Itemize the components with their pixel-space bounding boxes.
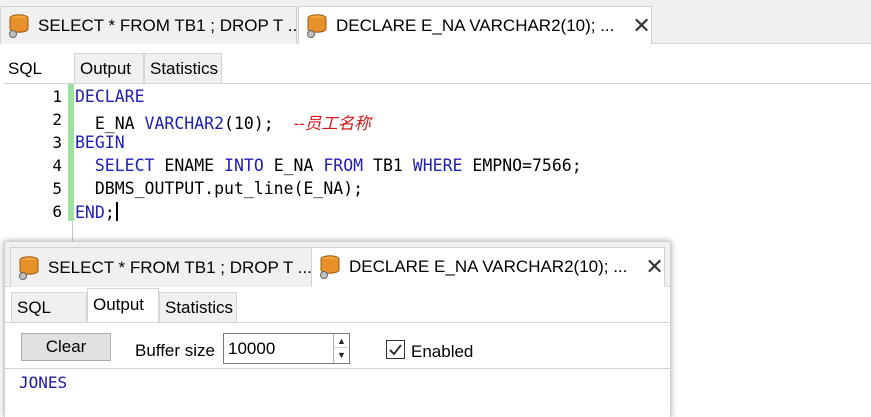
code-token: DECLARE bbox=[75, 87, 145, 106]
code-line: E_NA VARCHAR2(10); --员工名称 bbox=[75, 110, 371, 134]
tab-statistics[interactable]: Statistics bbox=[159, 292, 237, 322]
code-line: BEGIN bbox=[75, 133, 125, 152]
modified-lines-marker bbox=[68, 84, 74, 221]
enabled-checkbox[interactable] bbox=[386, 340, 405, 359]
tab-sql[interactable]: SQL bbox=[0, 53, 74, 83]
code-token: EMPNO=7566; bbox=[472, 156, 582, 175]
tab-output[interactable]: Output bbox=[74, 53, 144, 83]
overlay-doc-tab-select[interactable]: SELECT * FROM TB1 ; DROP T ... bbox=[10, 247, 313, 287]
tab-output[interactable]: Output bbox=[87, 288, 159, 322]
code-token: WHERE bbox=[412, 156, 473, 175]
code-token: DBMS_OUTPUT.put_line(E_NA); bbox=[75, 179, 364, 198]
overlay-document-tab-strip: SELECT * FROM TB1 ; DROP T ... DECLARE E… bbox=[5, 242, 670, 287]
line-number: 2 bbox=[52, 110, 62, 129]
output-toolbar: Clear Buffer size 10000 ▲ ▼ Enabled bbox=[5, 323, 670, 369]
code-token: E_NA bbox=[273, 156, 324, 175]
line-number: 3 bbox=[52, 133, 62, 152]
database-icon bbox=[320, 255, 340, 279]
overlay-sub-tab-strip: SQL Output Statistics bbox=[5, 288, 670, 323]
spin-up-icon[interactable]: ▲ bbox=[334, 334, 349, 348]
code-token: --员工名称 bbox=[293, 114, 371, 133]
output-pane: Clear Buffer size 10000 ▲ ▼ Enabled JONE… bbox=[5, 323, 670, 417]
code-token: FROM bbox=[323, 156, 374, 175]
doc-tab-label: SELECT * FROM TB1 ; DROP T ... bbox=[38, 15, 302, 35]
doc-tab-label: DECLARE E_NA VARCHAR2(10); ... bbox=[336, 15, 615, 35]
doc-tab-label: SELECT * FROM TB1 ; DROP T ... bbox=[48, 257, 312, 277]
output-window: SELECT * FROM TB1 ; DROP T ... DECLARE E… bbox=[4, 241, 671, 417]
doc-tab-select[interactable]: SELECT * FROM TB1 ; DROP T ... bbox=[0, 6, 302, 44]
spinner: ▲ ▼ bbox=[333, 334, 349, 363]
database-icon bbox=[9, 13, 29, 38]
code-token: VARCHAR2 bbox=[144, 114, 225, 133]
tab-statistics[interactable]: Statistics bbox=[144, 53, 222, 83]
doc-tab-declare[interactable]: DECLARE E_NA VARCHAR2(10); ... ✕ bbox=[298, 6, 652, 45]
line-number: 4 bbox=[52, 156, 62, 175]
database-icon bbox=[19, 255, 39, 280]
close-icon[interactable]: ✕ bbox=[645, 256, 663, 278]
code-line: SELECT ENAME INTO E_NA FROM TB1 WHERE EM… bbox=[75, 156, 582, 175]
database-icon bbox=[307, 13, 327, 38]
code-token: ENAME bbox=[164, 156, 225, 175]
code-token: E_NA bbox=[75, 114, 145, 133]
tab-sql[interactable]: SQL bbox=[11, 292, 87, 322]
code-token: END bbox=[75, 203, 105, 222]
buffer-size-value: 10000 bbox=[228, 339, 276, 358]
doc-tab-label: DECLARE E_NA VARCHAR2(10); ... bbox=[349, 257, 628, 276]
overlay-doc-tab-declare[interactable]: DECLARE E_NA VARCHAR2(10); ... ✕ bbox=[311, 247, 665, 287]
enabled-label: Enabled bbox=[411, 342, 474, 361]
code-token: SELECT bbox=[75, 156, 165, 175]
text-caret bbox=[115, 202, 118, 221]
document-tab-strip: SELECT * FROM TB1 ; DROP T ... DECLARE E… bbox=[0, 0, 871, 45]
code-token: ; bbox=[104, 203, 115, 222]
code-token: TB1 bbox=[373, 156, 413, 175]
close-icon[interactable]: ✕ bbox=[632, 14, 650, 37]
code-line: DBMS_OUTPUT.put_line(E_NA); bbox=[75, 179, 363, 198]
output-text: JONES bbox=[19, 373, 68, 392]
code-token: BEGIN bbox=[75, 133, 125, 152]
code-token: (10); bbox=[224, 114, 294, 133]
spin-down-icon[interactable]: ▼ bbox=[334, 348, 349, 362]
code-token: INTO bbox=[224, 156, 274, 175]
code-line: END; bbox=[75, 202, 118, 222]
checkmark-icon bbox=[389, 344, 402, 356]
code-line: DECLARE bbox=[75, 87, 145, 106]
buffer-size-stepper[interactable]: 10000 ▲ ▼ bbox=[223, 333, 350, 364]
line-number: 1 bbox=[52, 87, 62, 106]
line-number: 5 bbox=[52, 179, 62, 198]
clear-button[interactable]: Clear bbox=[21, 333, 111, 361]
buffer-size-label: Buffer size bbox=[135, 341, 216, 360]
sub-tab-strip: SQL Output Statistics bbox=[0, 50, 871, 83]
line-number: 6 bbox=[52, 202, 62, 221]
